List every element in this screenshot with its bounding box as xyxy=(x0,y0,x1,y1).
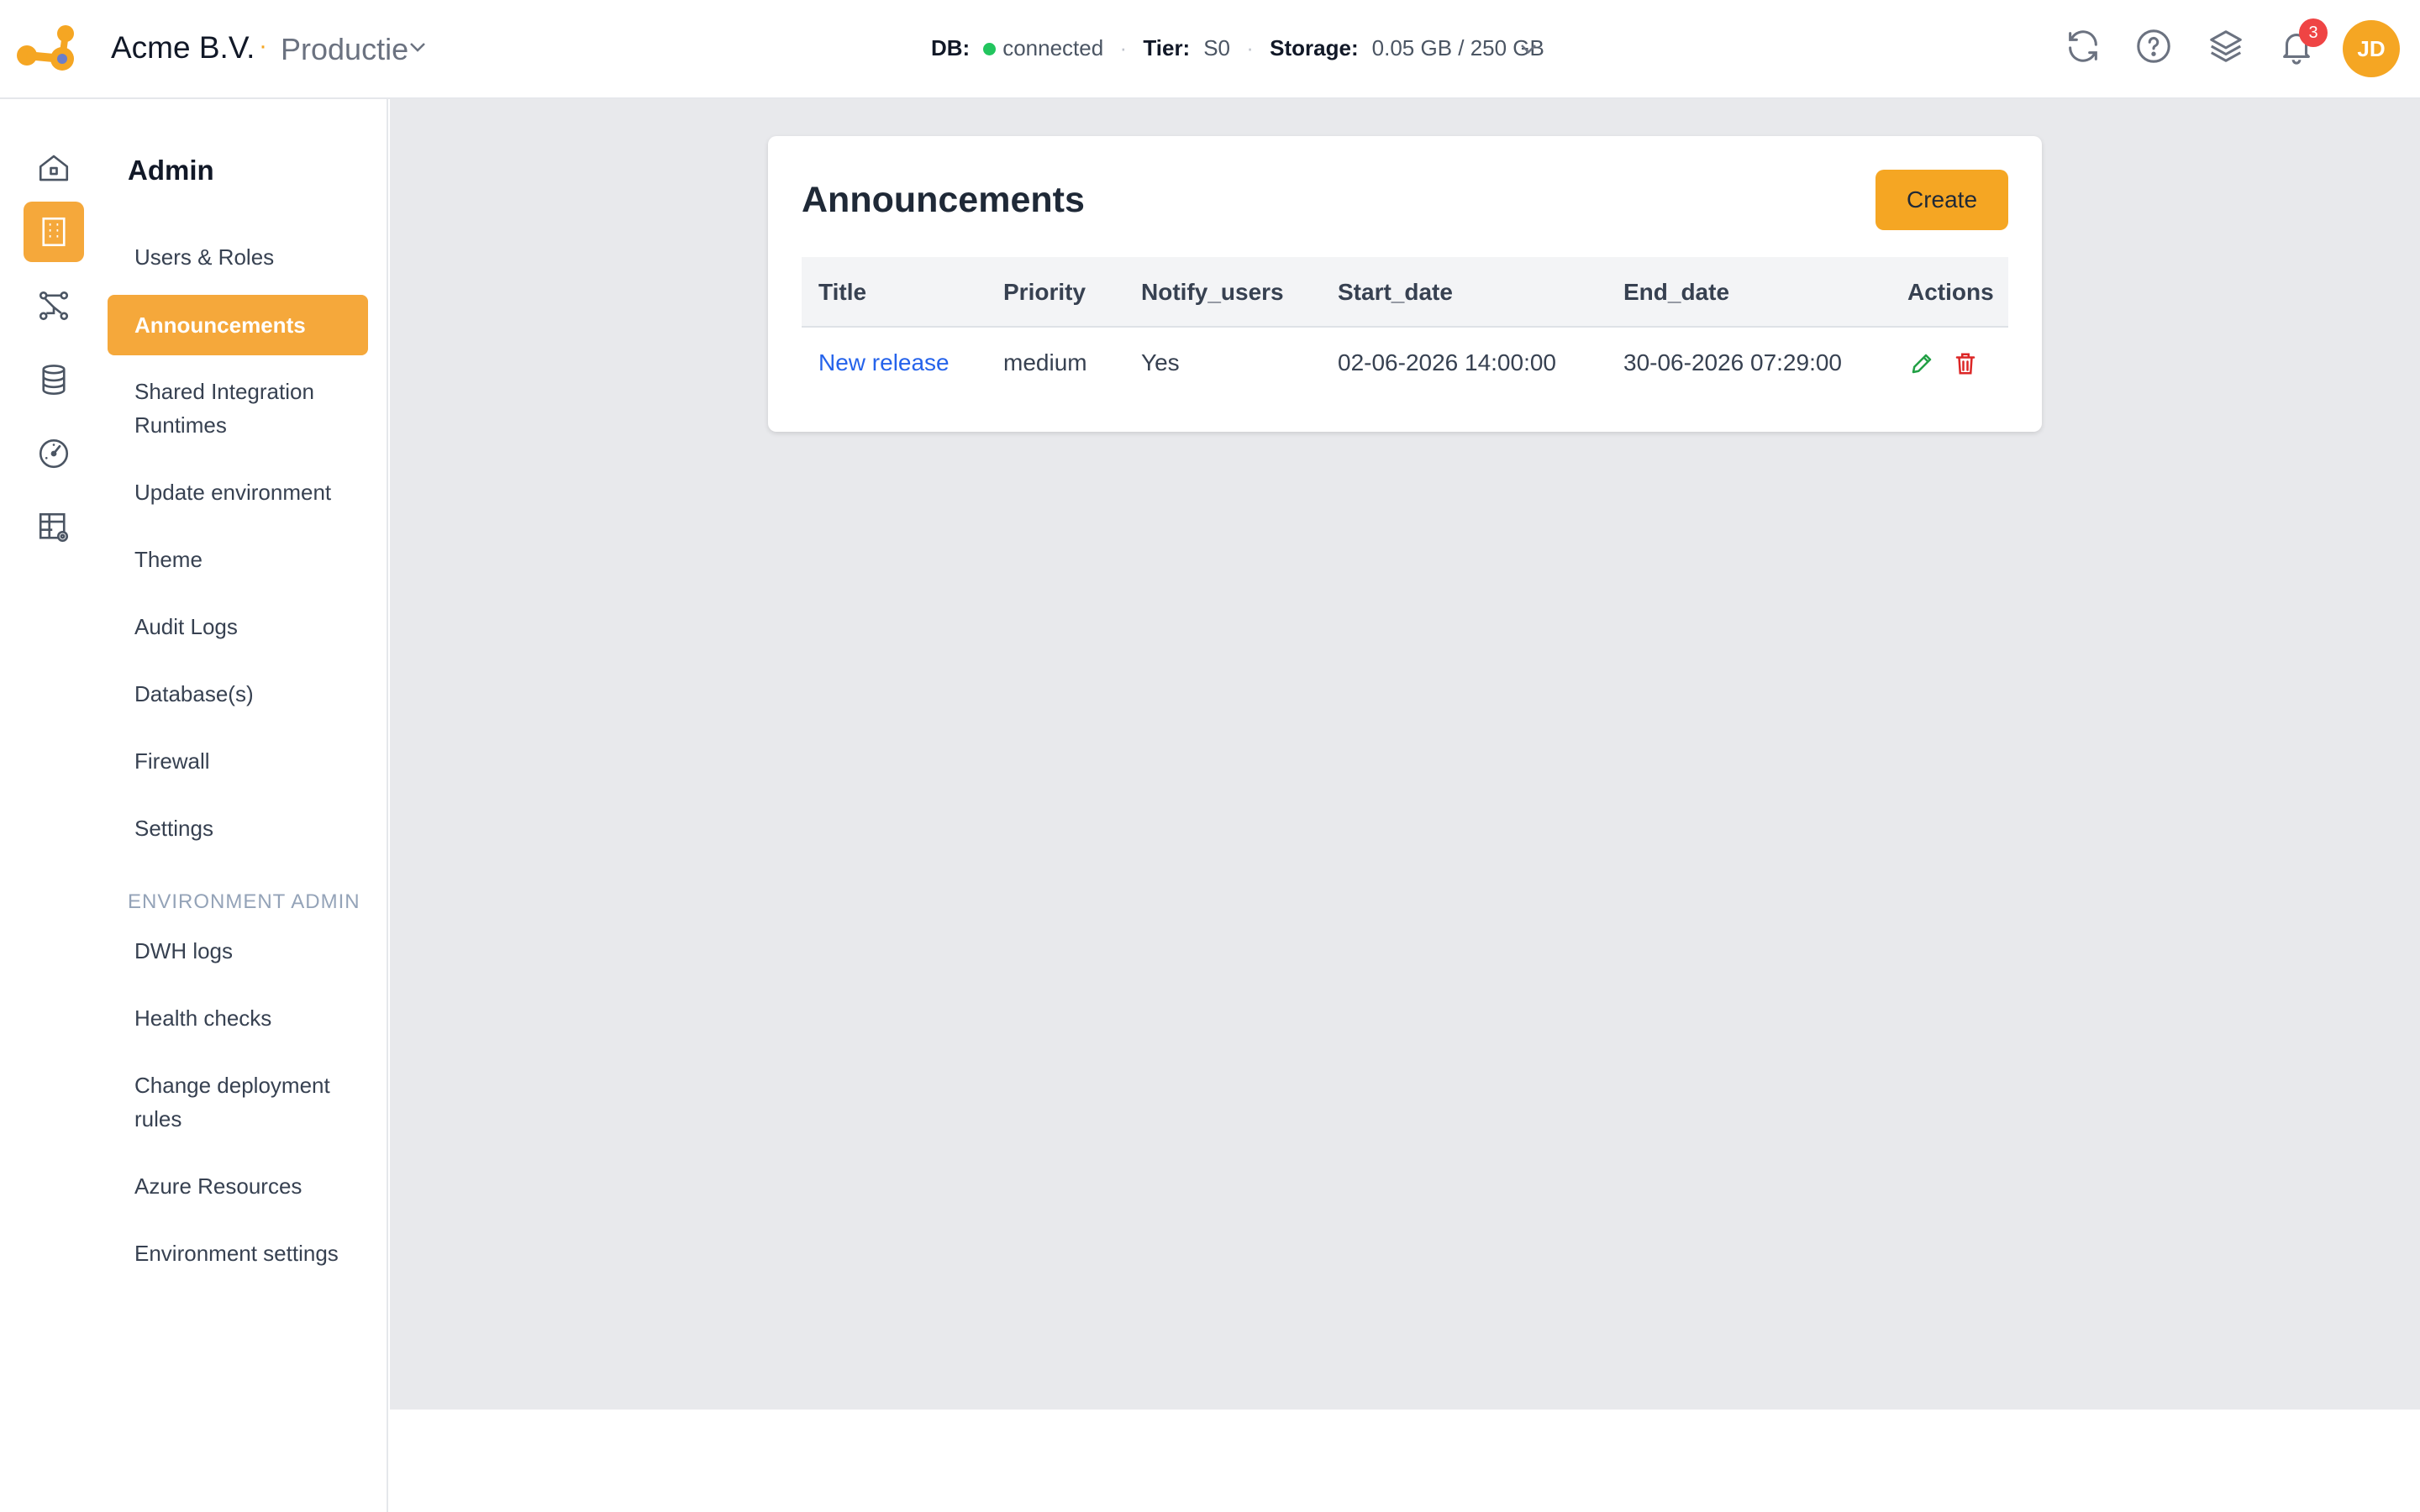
subnav-title: Admin xyxy=(128,155,214,186)
nav-item-environment-settings[interactable]: Environment settings xyxy=(108,1236,368,1270)
column-header-end-date[interactable]: End_date xyxy=(1623,279,1729,306)
nav-item-change-deployment-rules[interactable]: Change deployment rules xyxy=(108,1068,368,1136)
gauge-icon xyxy=(39,438,69,469)
nav-item-theme[interactable]: Theme xyxy=(108,543,368,576)
nav-item-update-environment[interactable]: Update environment xyxy=(108,475,368,509)
database-icon xyxy=(42,365,66,395)
chevron-down-icon[interactable] xyxy=(408,40,427,54)
icon-rail xyxy=(0,99,108,1512)
help-icon[interactable] xyxy=(2134,27,2173,66)
nav-item-health-checks[interactable]: Health checks xyxy=(108,1001,368,1035)
column-header-title[interactable]: Title xyxy=(818,279,866,306)
status-separator: · xyxy=(1119,35,1128,60)
status-expand-chevron-icon[interactable] xyxy=(1519,42,1538,55)
section-label-environment-admin: ENVIRONMENT ADMIN xyxy=(128,890,360,913)
column-header-priority[interactable]: Priority xyxy=(1003,279,1086,306)
rail-item-pipelines[interactable] xyxy=(24,276,84,336)
app-logo[interactable] xyxy=(15,22,82,76)
nav-item-databases[interactable]: Database(s) xyxy=(108,677,368,711)
delete-icon[interactable] xyxy=(1953,351,1978,376)
top-bar: Acme B.V. · Productie DB: connected · Tie… xyxy=(0,0,2420,99)
db-label: DB: xyxy=(931,35,971,60)
refresh-icon[interactable] xyxy=(2064,27,2102,66)
notification-badge: 3 xyxy=(2299,18,2328,47)
nav-item-shared-integration-runtimes[interactable]: Shared Integration Runtimes xyxy=(108,375,368,442)
announcements-table: Title Priority Notify_users Start_date E… xyxy=(802,257,2008,400)
environment-selector[interactable]: Productie xyxy=(281,32,408,67)
column-header-notify-users[interactable]: Notify_users xyxy=(1141,279,1284,306)
org-name: Acme B.V. xyxy=(111,30,255,65)
announcement-title-link[interactable]: New release xyxy=(818,349,950,376)
edit-icon[interactable] xyxy=(1909,351,1934,376)
nav-item-audit-logs[interactable]: Audit Logs xyxy=(108,610,368,643)
home-icon xyxy=(39,155,69,181)
column-header-actions: Actions xyxy=(1907,279,1994,305)
rail-item-table-settings[interactable] xyxy=(24,497,84,558)
env-separator: · xyxy=(259,32,267,60)
nav-item-azure-resources[interactable]: Azure Resources xyxy=(108,1169,368,1203)
admin-subnav: Admin Users & Roles Announcements Shared… xyxy=(108,99,388,1512)
column-header-start-date[interactable]: Start_date xyxy=(1338,279,1453,306)
nav-item-settings[interactable]: Settings xyxy=(108,811,368,845)
announcement-start-date: 02-06-2026 14:00:00 xyxy=(1338,349,1556,375)
db-status: connected xyxy=(1002,35,1104,60)
user-avatar[interactable]: JD xyxy=(2343,20,2400,77)
building-icon xyxy=(42,217,66,247)
announcement-priority: medium xyxy=(1003,349,1087,375)
nav-item-users-roles[interactable]: Users & Roles xyxy=(108,240,368,274)
rail-item-admin[interactable] xyxy=(24,202,84,262)
rail-item-database[interactable] xyxy=(24,349,84,410)
page-title: Announcements xyxy=(802,180,1085,220)
table-header: Title Priority Notify_users Start_date E… xyxy=(802,257,2008,328)
nav-item-firewall[interactable]: Firewall xyxy=(108,744,368,778)
table-row: New release medium Yes 02-06-2026 14:00:… xyxy=(802,328,2008,400)
nav-item-dwh-logs[interactable]: DWH logs xyxy=(108,934,368,968)
pipeline-icon xyxy=(39,291,69,321)
nav-item-announcements[interactable]: Announcements xyxy=(108,295,368,355)
rail-item-home[interactable] xyxy=(24,138,84,198)
rail-item-monitoring[interactable] xyxy=(24,423,84,484)
layers-icon[interactable] xyxy=(2207,27,2245,66)
status-separator: · xyxy=(1246,35,1254,60)
status-bar: DB: connected · Tier: S0 · Storage: 0.05 GB… xyxy=(931,35,1544,61)
announcement-end-date: 30-06-2026 07:29:00 xyxy=(1623,349,1842,375)
table-settings-icon xyxy=(39,512,69,543)
create-button[interactable]: Create xyxy=(1876,170,2008,230)
announcements-card: Announcements Create Title Priority Noti… xyxy=(768,136,2042,432)
footer xyxy=(390,1410,2420,1512)
tier-label: Tier: xyxy=(1143,35,1191,60)
storage-label: Storage: xyxy=(1270,35,1359,60)
db-status-dot xyxy=(983,43,997,56)
announcement-notify-users: Yes xyxy=(1141,349,1180,375)
tier-value: S0 xyxy=(1203,35,1231,60)
